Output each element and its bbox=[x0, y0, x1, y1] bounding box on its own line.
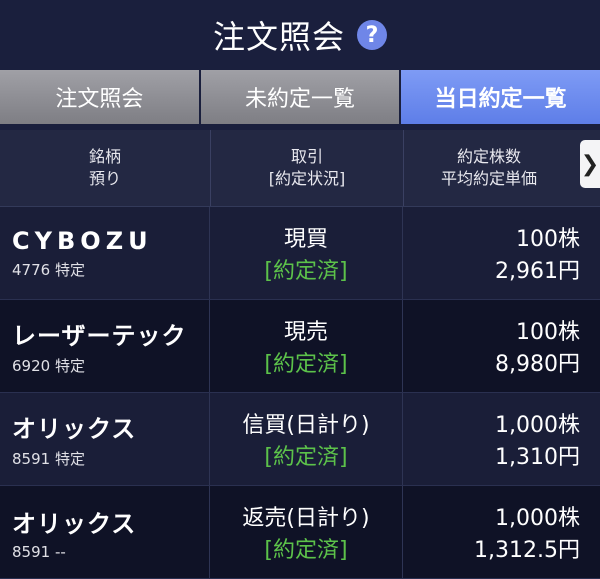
tab-today-executed-list[interactable]: 当日約定一覧 bbox=[401, 70, 600, 124]
shares-cell: 1,000株 1,310円 bbox=[403, 393, 600, 485]
stock-name: オリックス bbox=[12, 415, 137, 443]
stock-cell: オリックス 8591 特定 bbox=[0, 393, 210, 485]
table-row[interactable]: オリックス 8591 特定 信買(日計り) [約定済] 1,000株 1,310… bbox=[0, 393, 600, 486]
share-count: 100株 bbox=[516, 227, 580, 252]
table-row[interactable]: CYBOZU 4776 特定 現買 [約定済] 100株 2,961円 bbox=[0, 207, 600, 300]
shares-cell: 1,000株 1,312.5円 bbox=[403, 486, 600, 578]
stock-code: 8591 -- bbox=[12, 542, 66, 561]
trade-type: 返売(日計り) bbox=[242, 506, 370, 531]
column-header-label: 約定株数 bbox=[456, 147, 521, 166]
stock-cell: CYBOZU 4776 特定 bbox=[0, 207, 210, 299]
stock-code: 8591 特定 bbox=[12, 450, 85, 468]
trade-cell: 現売 [約定済] bbox=[210, 300, 403, 392]
average-price: 2,961円 bbox=[495, 259, 580, 284]
column-header-shares: 約定株数 平均約定単価 bbox=[404, 130, 600, 206]
column-header-stock: 銘柄 預り bbox=[0, 130, 211, 206]
status-badge: [約定済] bbox=[264, 538, 348, 563]
trade-type: 信買(日計り) bbox=[242, 413, 370, 438]
stock-name: CYBOZU bbox=[12, 226, 153, 255]
stock-cell: レーザーテック 6920 特定 bbox=[0, 300, 210, 392]
page-title: 注文照会 bbox=[212, 18, 345, 56]
column-header-sublabel: 平均約定単価 bbox=[440, 169, 537, 188]
table-row[interactable]: オリックス 8591 -- 返売(日計り) [約定済] 1,000株 1,312… bbox=[0, 486, 600, 579]
trade-cell: 信買(日計り) [約定済] bbox=[210, 393, 403, 485]
app-header: 注文照会 ? bbox=[0, 0, 600, 70]
status-badge: [約定済] bbox=[264, 445, 348, 470]
status-badge: [約定済] bbox=[264, 259, 348, 284]
share-count: 1,000株 bbox=[495, 413, 580, 438]
table-row[interactable]: レーザーテック 6920 特定 現売 [約定済] 100株 8,980円 bbox=[0, 300, 600, 393]
help-icon[interactable]: ? bbox=[357, 20, 387, 50]
column-header-trade: 取引 [約定状況] bbox=[211, 130, 404, 206]
stock-cell: オリックス 8591 -- bbox=[0, 486, 210, 578]
status-badge: [約定済] bbox=[264, 352, 348, 377]
column-header-label: 取引 bbox=[290, 147, 323, 166]
stock-code: 4776 特定 bbox=[12, 260, 85, 279]
average-price: 1,312.5円 bbox=[474, 538, 580, 563]
trade-cell: 現買 [約定済] bbox=[210, 207, 403, 299]
tab-unexecuted-list[interactable]: 未約定一覧 bbox=[200, 70, 402, 124]
trade-cell: 返売(日計り) [約定済] bbox=[210, 486, 403, 578]
average-price: 1,310円 bbox=[495, 445, 580, 470]
shares-cell: 100株 8,980円 bbox=[403, 300, 600, 392]
stock-code: 6920 特定 bbox=[12, 357, 85, 375]
trade-type: 現売 bbox=[283, 320, 328, 345]
stock-name: オリックス bbox=[12, 509, 137, 538]
trade-type: 現買 bbox=[283, 227, 328, 252]
shares-cell: 100株 2,961円 bbox=[403, 207, 600, 299]
tab-bar: 注文照会 未約定一覧 当日約定一覧 bbox=[0, 70, 600, 124]
table-header: 銘柄 預り 取引 [約定状況] 約定株数 平均約定単価 ❯ bbox=[0, 130, 600, 207]
column-header-label: 銘柄 bbox=[88, 147, 121, 166]
chevron-right-icon[interactable]: ❯ bbox=[580, 140, 600, 188]
share-count: 1,000株 bbox=[495, 506, 580, 531]
column-header-sublabel: 預り bbox=[88, 169, 121, 188]
average-price: 8,980円 bbox=[495, 352, 580, 377]
tab-order-inquiry[interactable]: 注文照会 bbox=[0, 70, 201, 124]
share-count: 100株 bbox=[516, 320, 580, 345]
stock-name: レーザーテック bbox=[12, 322, 187, 350]
column-header-sublabel: [約定状況] bbox=[268, 169, 346, 188]
